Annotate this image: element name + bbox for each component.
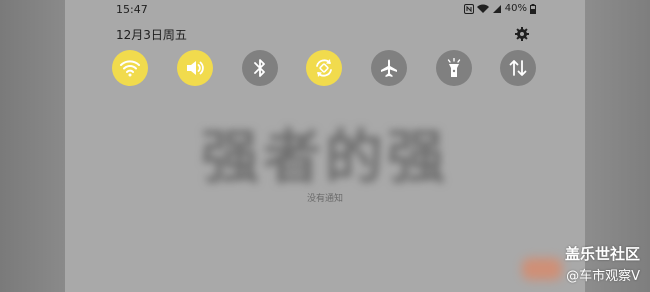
tile-wifi[interactable] xyxy=(112,50,148,86)
airplane-icon xyxy=(381,59,397,77)
blurred-background-button xyxy=(522,258,562,280)
volume-icon xyxy=(187,61,204,75)
battery-percent: 40% xyxy=(504,3,527,14)
battery-icon xyxy=(530,3,536,14)
status-icons: 40% xyxy=(463,3,536,14)
signal-icon xyxy=(492,4,501,13)
watermark-title: 盖乐世社区 xyxy=(564,245,640,263)
tile-auto-rotate[interactable] xyxy=(306,50,342,86)
quick-settings-tiles xyxy=(0,50,650,90)
status-time: 15:47 xyxy=(116,3,148,16)
tile-bluetooth[interactable] xyxy=(242,50,278,86)
tile-mobile-data[interactable] xyxy=(500,50,536,86)
wifi-icon xyxy=(120,60,140,77)
background-left-edge xyxy=(0,0,65,292)
bluetooth-icon xyxy=(254,59,265,77)
flashlight-icon xyxy=(447,58,461,77)
date-label: 12月3日周五 xyxy=(116,28,187,42)
wifi-status-icon xyxy=(476,4,489,13)
rotate-icon xyxy=(316,59,332,77)
settings-button[interactable] xyxy=(514,26,530,42)
status-bar: 15:47 40% xyxy=(116,3,536,17)
data-arrows-icon xyxy=(509,60,527,76)
gear-icon xyxy=(515,27,529,41)
tile-flashlight[interactable] xyxy=(436,50,472,86)
no-notifications-label: 没有通知 xyxy=(306,194,343,204)
watermark-handle: @车市观察V xyxy=(566,269,640,284)
blurred-background-title: 强者的强 xyxy=(200,123,449,191)
tile-airplane[interactable] xyxy=(371,50,407,86)
tile-sound[interactable] xyxy=(177,50,213,86)
nfc-icon xyxy=(463,3,474,14)
